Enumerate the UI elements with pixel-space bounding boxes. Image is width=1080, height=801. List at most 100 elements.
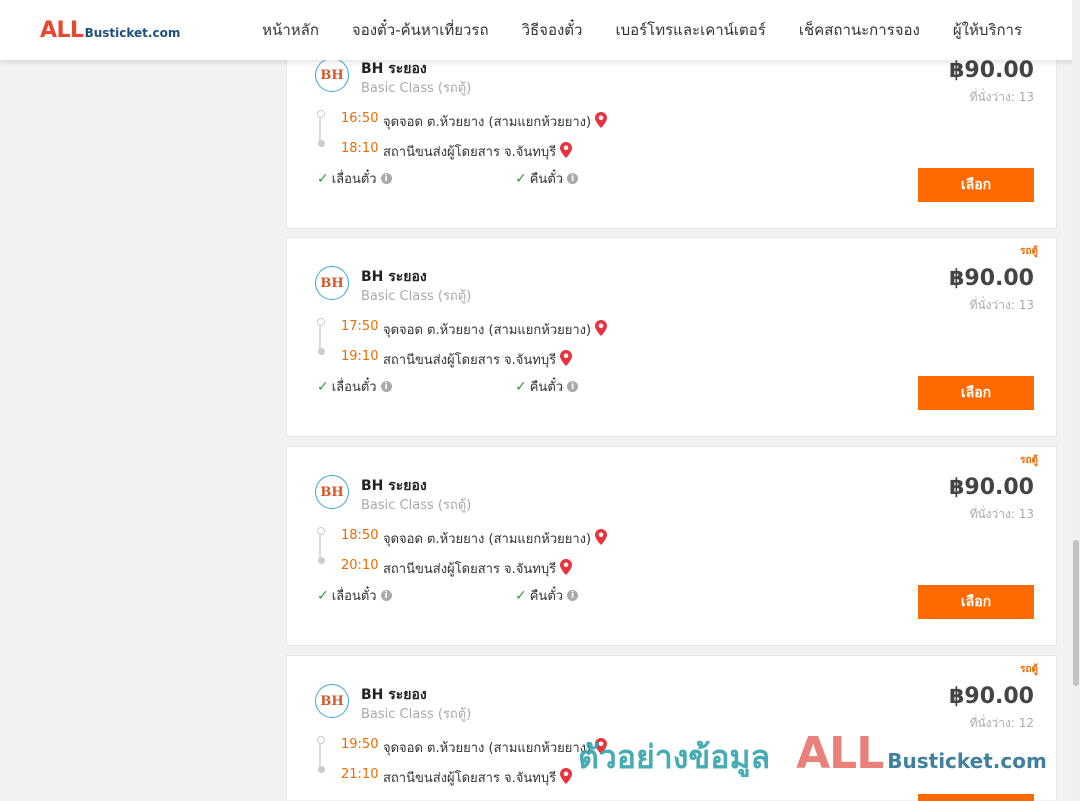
nav-book-search[interactable]: จองตั๋ว-ค้นหาเที่ยวรถ bbox=[352, 18, 489, 42]
check-icon: ✓ bbox=[515, 378, 527, 395]
map-pin-icon[interactable] bbox=[560, 768, 573, 784]
feature-refund-ticket: ✓ คืนตั๋ว i bbox=[515, 376, 579, 397]
map-pin-icon[interactable] bbox=[595, 112, 608, 128]
map-pin-icon[interactable] bbox=[560, 559, 573, 575]
arrive-stop: สถานีขนส่งผู้โดยสาร จ.จันทบุรี bbox=[383, 141, 573, 162]
map-pin-icon[interactable] bbox=[560, 350, 573, 366]
check-icon: ✓ bbox=[317, 378, 329, 395]
feature-refund-ticket: ✓ คืนตั๋ว i bbox=[515, 585, 579, 606]
depart-stop: จุดจอด ต.ห้วยยาง (สามแยกห้วยยาง) bbox=[383, 737, 608, 758]
seats-available: ที่นั่งว่าง: 13 bbox=[969, 507, 1034, 521]
arrive-stop: สถานีขนส่งผู้โดยสาร จ.จันทบุรี bbox=[383, 558, 573, 579]
feature-change-ticket: ✓ เลื่อนตั๋ว i bbox=[317, 168, 392, 189]
timeline-end-dot bbox=[318, 766, 325, 773]
trip-price: ฿90.00 bbox=[949, 684, 1034, 709]
timeline-end-dot bbox=[318, 348, 325, 355]
arrive-stop-text: สถานีขนส่งผู้โดยสาร จ.จันทบุรี bbox=[383, 145, 557, 160]
route-timeline bbox=[319, 324, 321, 350]
info-icon[interactable]: i bbox=[380, 381, 392, 392]
feature-label: เลื่อนตั๋ว bbox=[331, 589, 377, 604]
trip-card: รถตู้ BH BH ระยอง Basic Class (รถตู้) ฿9… bbox=[286, 446, 1057, 646]
arrive-stop-text: สถานีขนส่งผู้โดยสาร จ.จันทบุรี bbox=[383, 562, 557, 577]
vehicle-tag: รถตู้ bbox=[1020, 664, 1038, 675]
arrive-stop: สถานีขนส่งผู้โดยสาร จ.จันทบุรี bbox=[383, 767, 573, 788]
feature-label: เลื่อนตั๋ว bbox=[331, 380, 377, 395]
nav-booking-status[interactable]: เช็คสถานะการจอง bbox=[799, 18, 920, 42]
watermark-brand-busticket: Busticket.com bbox=[887, 749, 1047, 773]
depart-stop: จุดจอด ต.ห้วยยาง (สามแยกห้วยยาง) bbox=[383, 528, 608, 549]
check-icon: ✓ bbox=[317, 587, 329, 604]
page-scrollbar[interactable] bbox=[1072, 0, 1080, 800]
info-icon[interactable]: i bbox=[380, 590, 392, 601]
info-icon[interactable]: i bbox=[567, 173, 579, 184]
trip-price: ฿90.00 bbox=[949, 58, 1034, 83]
route-timeline bbox=[319, 116, 321, 142]
arrive-time: 19:10 bbox=[341, 349, 379, 364]
depart-time: 16:50 bbox=[341, 111, 379, 126]
feature-change-ticket: ✓ เลื่อนตั๋ว i bbox=[317, 585, 392, 606]
map-pin-icon[interactable] bbox=[560, 142, 573, 158]
main-nav: หน้าหลัก จองตั๋ว-ค้นหาเที่ยวรถ วิธีจองตั… bbox=[229, 0, 1022, 60]
depart-time: 17:50 bbox=[341, 319, 379, 334]
trip-price: ฿90.00 bbox=[949, 475, 1034, 500]
timeline-end-dot bbox=[318, 140, 325, 147]
arrive-time: 20:10 bbox=[341, 558, 379, 573]
select-trip-button[interactable]: เลือก bbox=[918, 168, 1034, 202]
depart-stop-text: จุดจอด ต.ห้วยยาง (สามแยกห้วยยาง) bbox=[383, 115, 592, 130]
info-icon[interactable]: i bbox=[567, 590, 579, 601]
route-timeline bbox=[319, 533, 321, 559]
depart-stop-text: จุดจอด ต.ห้วยยาง (สามแยกห้วยยาง) bbox=[383, 741, 592, 756]
scrollbar-thumb[interactable] bbox=[1073, 540, 1079, 686]
feature-change-ticket: ✓ เลื่อนตั๋ว i bbox=[317, 376, 392, 397]
select-trip-button[interactable]: เลือก bbox=[918, 376, 1034, 410]
route-timeline bbox=[319, 742, 321, 768]
info-icon[interactable]: i bbox=[567, 381, 579, 392]
bus-class: Basic Class (รถตู้) bbox=[361, 289, 472, 304]
depart-stop-text: จุดจอด ต.ห้วยยาง (สามแยกห้วยยาง) bbox=[383, 323, 592, 338]
sample-data-watermark: ตัวอย่างข้อมูล ALL Busticket.com bbox=[578, 728, 1047, 783]
nav-home[interactable]: หน้าหลัก bbox=[262, 18, 319, 42]
bus-class: Basic Class (รถตู้) bbox=[361, 81, 472, 96]
check-icon: ✓ bbox=[515, 170, 527, 187]
logo-busticket: Busticket.com bbox=[84, 26, 181, 40]
operator-logo: BH bbox=[315, 475, 349, 509]
timeline-end-dot bbox=[318, 557, 325, 564]
watermark-text: ตัวอย่างข้อมูล bbox=[578, 738, 771, 776]
depart-stop: จุดจอด ต.ห้วยยาง (สามแยกห้วยยาง) bbox=[383, 319, 608, 340]
depart-stop: จุดจอด ต.ห้วยยาง (สามแยกห้วยยาง) bbox=[383, 111, 608, 132]
feature-label: คืนตั๋ว bbox=[529, 172, 564, 187]
operator-logo: BH bbox=[315, 266, 349, 300]
vehicle-tag: รถตู้ bbox=[1020, 246, 1038, 257]
trip-price: ฿90.00 bbox=[949, 266, 1034, 291]
arrive-stop-text: สถานีขนส่งผู้โดยสาร จ.จันทบุรี bbox=[383, 353, 557, 368]
bus-class: Basic Class (รถตู้) bbox=[361, 498, 472, 513]
map-pin-icon[interactable] bbox=[595, 320, 608, 336]
feature-label: คืนตั๋ว bbox=[529, 589, 564, 604]
depart-stop-text: จุดจอด ต.ห้วยยาง (สามแยกห้วยยาง) bbox=[383, 532, 592, 547]
seats-available: ที่นั่งว่าง: 13 bbox=[969, 298, 1034, 312]
depart-time: 19:50 bbox=[341, 737, 379, 752]
depart-time: 18:50 bbox=[341, 528, 379, 543]
feature-label: คืนตั๋ว bbox=[529, 380, 564, 395]
check-icon: ✓ bbox=[317, 170, 329, 187]
check-icon: ✓ bbox=[515, 587, 527, 604]
select-trip-button[interactable]: เลือก bbox=[918, 585, 1034, 619]
nav-phone-counter[interactable]: เบอร์โทรและเคาน์เตอร์ bbox=[615, 18, 765, 42]
feature-label: เลื่อนตั๋ว bbox=[331, 172, 377, 187]
info-icon[interactable]: i bbox=[380, 173, 392, 184]
vehicle-tag: รถตู้ bbox=[1020, 455, 1038, 466]
logo-all: ALL bbox=[40, 18, 84, 43]
nav-operators[interactable]: ผู้ให้บริการ bbox=[953, 18, 1022, 42]
watermark-brand-all: ALL bbox=[796, 728, 884, 779]
site-header: ALL Busticket.com หน้าหลัก จองตั๋ว-ค้นหา… bbox=[0, 0, 1080, 60]
operator-logo: BH bbox=[315, 58, 349, 92]
trip-card: รถตู้ BH BH ระยอง Basic Class (รถตู้) ฿9… bbox=[286, 237, 1057, 437]
feature-refund-ticket: ✓ คืนตั๋ว i bbox=[515, 168, 579, 189]
arrive-stop: สถานีขนส่งผู้โดยสาร จ.จันทบุรี bbox=[383, 349, 573, 370]
bus-class: Basic Class (รถตู้) bbox=[361, 707, 472, 722]
arrive-time: 18:10 bbox=[341, 141, 379, 156]
arrive-stop-text: สถานีขนส่งผู้โดยสาร จ.จันทบุรี bbox=[383, 771, 557, 786]
site-logo[interactable]: ALL Busticket.com bbox=[40, 18, 180, 44]
nav-how-to-book[interactable]: วิธีจองตั๋ว bbox=[522, 18, 583, 42]
map-pin-icon[interactable] bbox=[595, 529, 608, 545]
